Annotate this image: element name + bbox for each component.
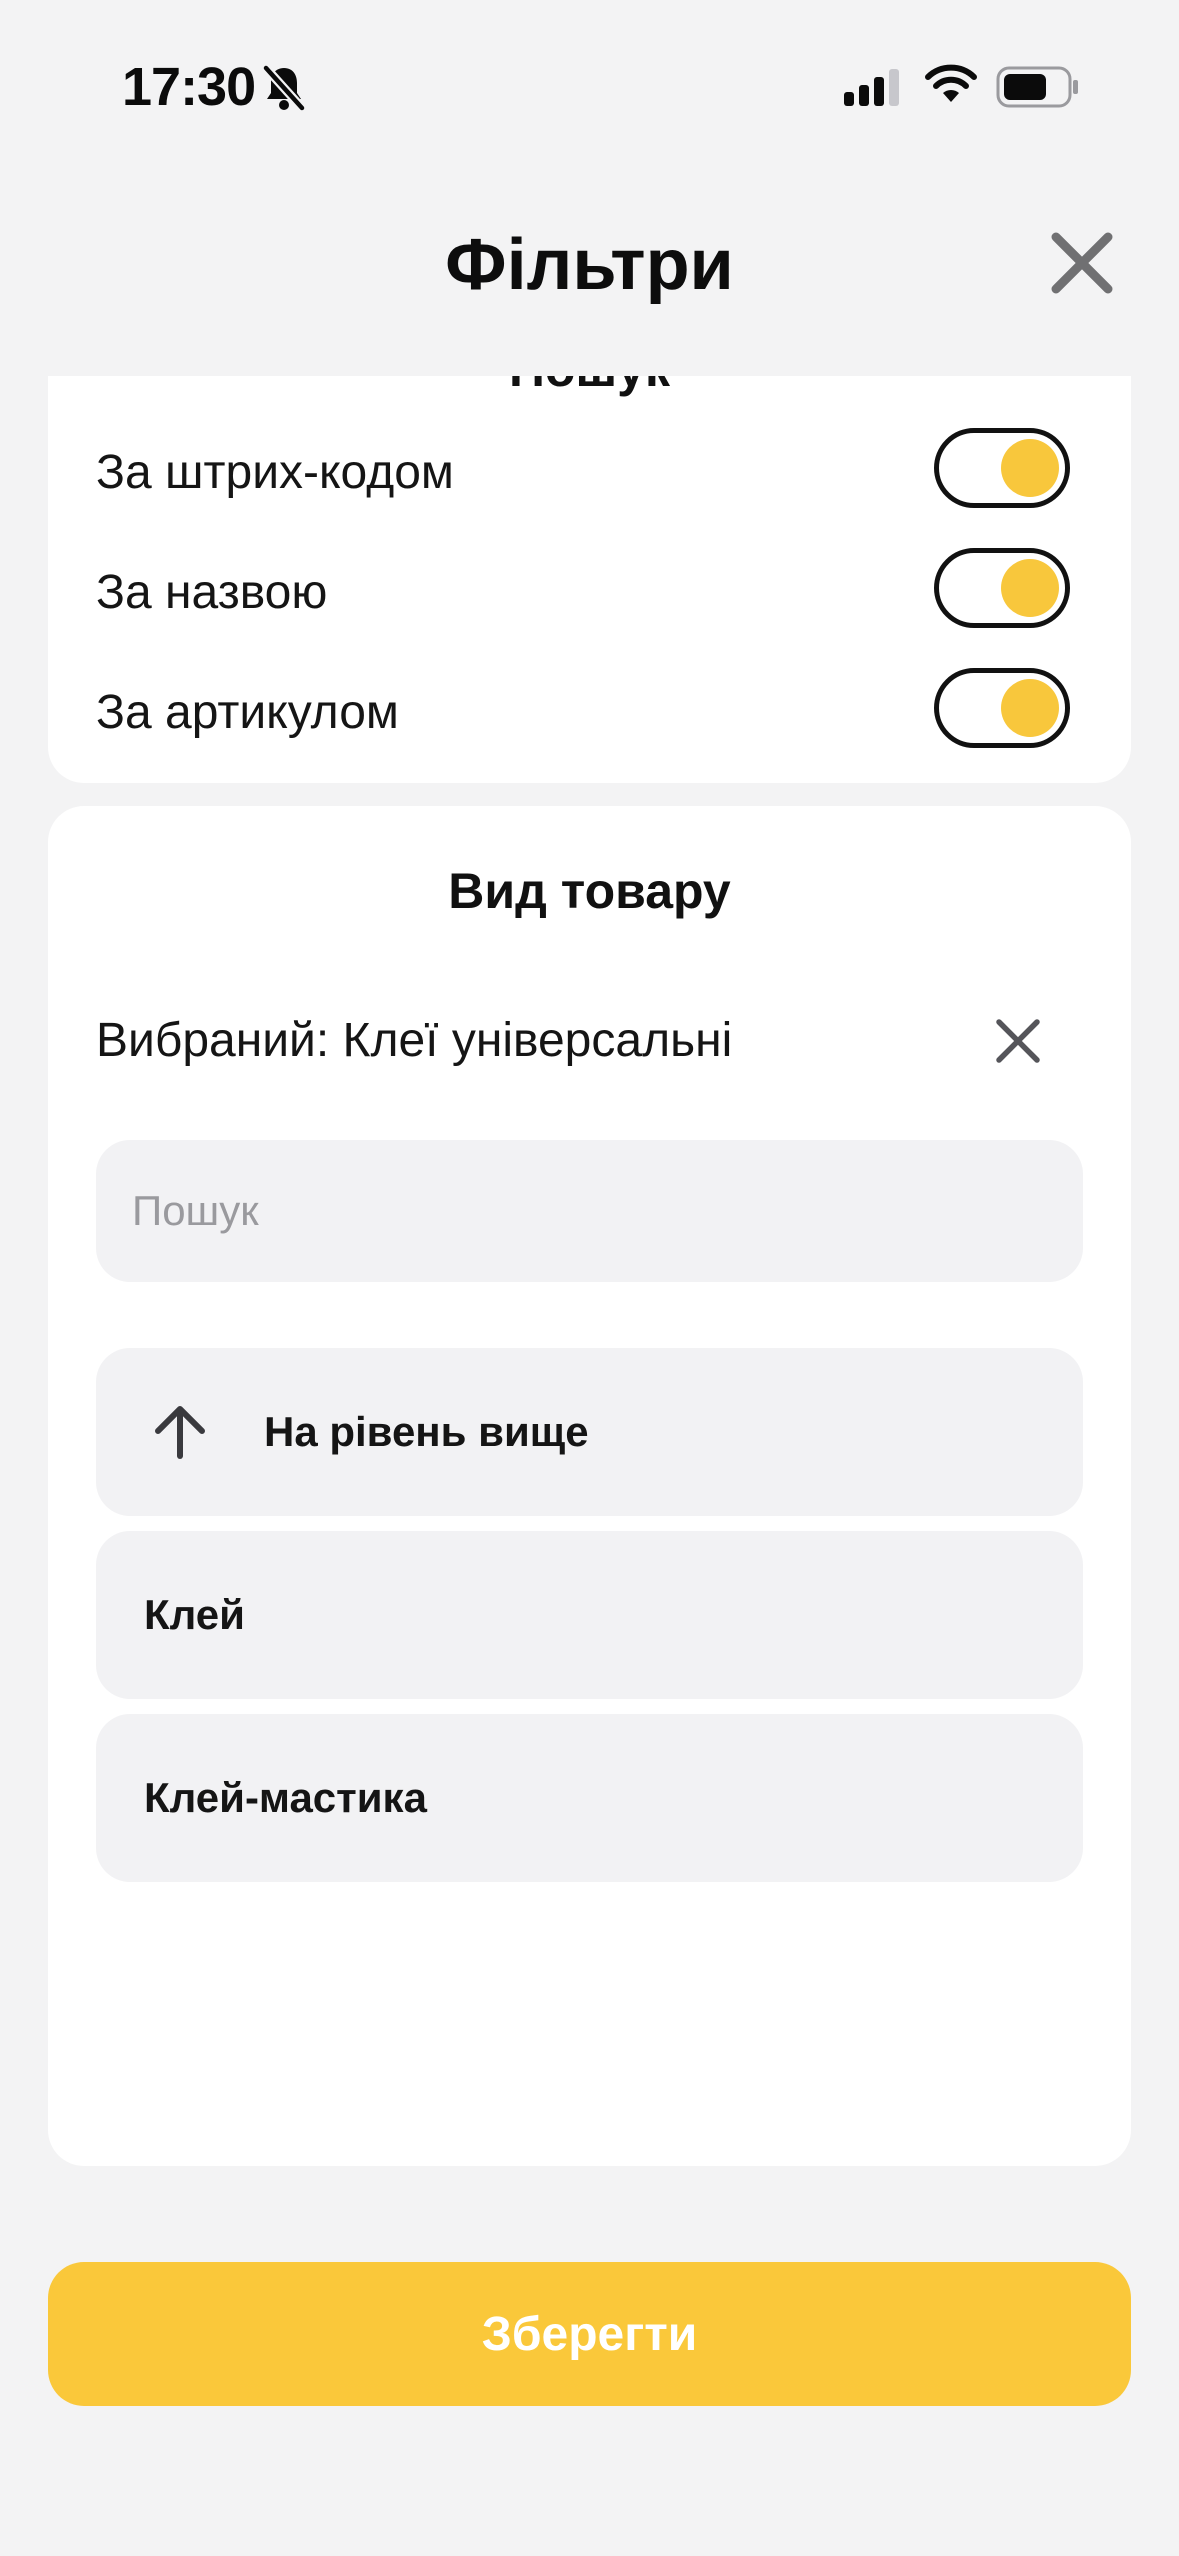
list-item-glue-mastic[interactable]: Клей-мастика — [96, 1714, 1083, 1882]
product-type-card: Вид товару Вибраний: Клеї універсальні Н… — [48, 806, 1131, 2166]
toggle-knob — [1001, 439, 1059, 497]
battery-icon — [996, 66, 1078, 108]
status-bar: 17:30 — [0, 0, 1179, 170]
section-title-product-type: Вид товару — [448, 863, 731, 919]
page-title: Фільтри — [445, 225, 734, 305]
toggle-label-name: За назвою — [96, 566, 328, 619]
status-time: 17:30 — [122, 57, 256, 117]
list-item-glue[interactable]: Клей — [96, 1531, 1083, 1699]
search-settings-card: Пошук За штрих-кодом За назвою За артику… — [48, 376, 1131, 783]
toggle-label-article: За артикулом — [96, 686, 399, 739]
name-toggle[interactable] — [934, 548, 1070, 628]
close-icon[interactable] — [1042, 223, 1122, 303]
selected-category-text: Вибраний: Клеї універсальні — [96, 1014, 733, 1067]
list-item-label: Клей — [144, 1591, 245, 1638]
list-item-label: Клей-мастика — [144, 1774, 427, 1821]
toggle-row-barcode: За штрих-кодом — [48, 423, 1131, 523]
up-arrow-icon — [155, 1406, 205, 1459]
section-title-search: Пошук — [48, 376, 1131, 404]
toggle-knob — [1001, 679, 1059, 737]
cellular-signal-icon — [844, 69, 899, 106]
bell-off-icon — [262, 64, 306, 112]
toggle-label-barcode: За штрих-кодом — [96, 446, 454, 499]
toggle-row-article: За артикулом — [48, 663, 1131, 763]
article-toggle[interactable] — [934, 668, 1070, 748]
save-button[interactable]: Зберегти — [48, 2262, 1131, 2406]
list-item-label: На рівень вище — [264, 1408, 589, 1455]
category-search-input[interactable] — [96, 1140, 1083, 1282]
clear-selection-close-icon[interactable] — [983, 1006, 1053, 1076]
wifi-icon — [925, 64, 977, 102]
toggle-knob — [1001, 559, 1059, 617]
list-item-level-up[interactable]: На рівень вище — [96, 1348, 1083, 1516]
toggle-row-name: За назвою — [48, 543, 1131, 643]
barcode-toggle[interactable] — [934, 428, 1070, 508]
